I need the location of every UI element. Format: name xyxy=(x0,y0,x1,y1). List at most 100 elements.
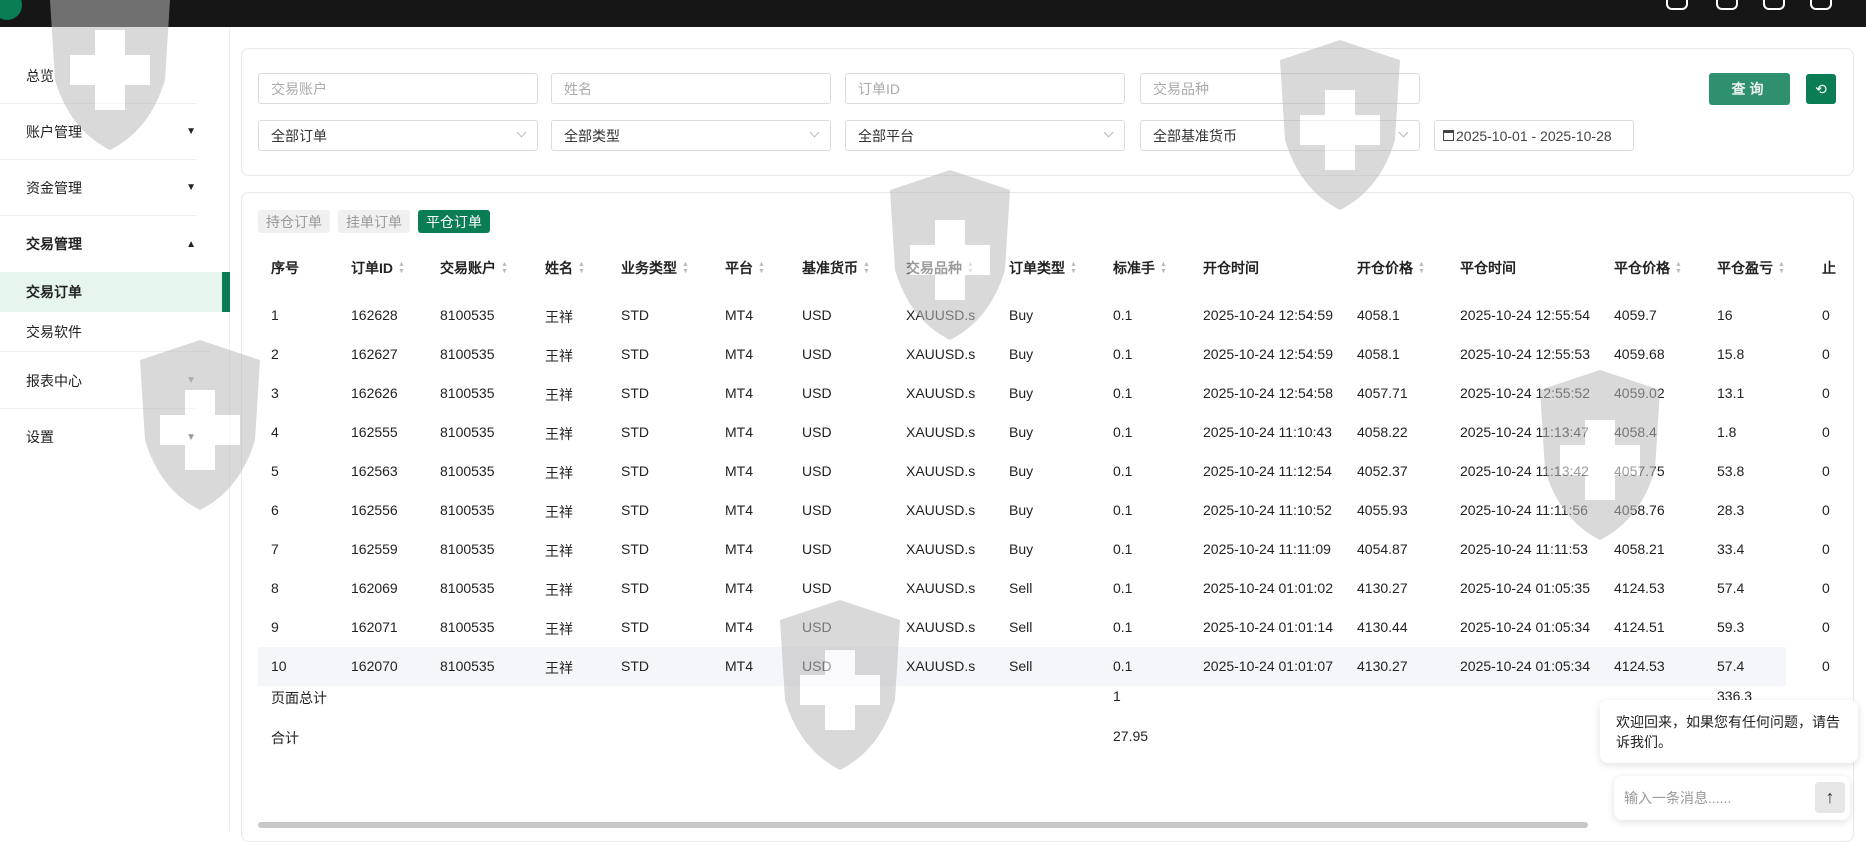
cell-close-time: 2025-10-24 12:55:53 xyxy=(1460,346,1590,362)
cell-platform: MT4 xyxy=(725,580,753,596)
cell-order-id: 162070 xyxy=(351,658,398,674)
mute-icon[interactable] xyxy=(1716,0,1738,10)
tab-closed-orders[interactable]: 平仓订单 xyxy=(418,210,490,233)
sidebar-item-settings[interactable]: 设置 ▼ xyxy=(0,409,196,465)
cell-account: 8100535 xyxy=(440,541,495,557)
table-row[interactable]: 8 162069 8100535 王祥 STD MT4 USD XAUUSD.s Sell 0.1… xyxy=(258,569,1830,608)
notification-icon[interactable] xyxy=(1763,0,1785,10)
column-header-close-price[interactable]: 平仓价格 ▲ ▼ xyxy=(1614,258,1682,278)
cell-close-price: 4057.75 xyxy=(1614,463,1665,479)
column-header-base-currency[interactable]: 基准货币 ▲ ▼ xyxy=(802,258,870,278)
sort-icon[interactable]: ▲ ▼ xyxy=(398,261,405,275)
sidebar-item-reports[interactable]: 报表中心 ▼ xyxy=(0,353,196,409)
cell-pnl: 16 xyxy=(1717,307,1733,323)
sidebar-item-trade-software[interactable]: 交易软件 xyxy=(0,312,210,352)
cell-account: 8100535 xyxy=(440,385,495,401)
cell-pnl: 59.3 xyxy=(1717,619,1745,635)
cell-pnl: 13.1 xyxy=(1717,385,1745,401)
column-label: 平仓时间 xyxy=(1460,260,1516,276)
column-header-account[interactable]: 交易账户 ▲ ▼ xyxy=(440,258,508,278)
table-row[interactable]: 5 162563 8100535 王祥 STD MT4 USD XAUUSD.s Buy 0.1 2… xyxy=(258,452,1830,491)
sort-icon[interactable]: ▲ ▼ xyxy=(967,261,974,275)
cell-close-time: 2025-10-24 01:05:34 xyxy=(1460,658,1590,674)
cell-base-currency: USD xyxy=(802,580,832,596)
type-select[interactable]: 全部类型 xyxy=(551,120,831,151)
cell-account: 8100535 xyxy=(440,463,495,479)
reset-filter-button[interactable]: ⟲ xyxy=(1806,74,1836,104)
table-row[interactable]: 10 162070 8100535 王祥 STD MT4 USD XAUUSD.s Sell 0.… xyxy=(258,647,1830,686)
cell-open-price: 4058.22 xyxy=(1357,424,1408,440)
sort-icon[interactable]: ▲ ▼ xyxy=(863,261,870,275)
column-header-order-type[interactable]: 订单类型 ▲ ▼ xyxy=(1009,258,1077,278)
cell-name: 王祥 xyxy=(545,426,573,442)
column-header-lots[interactable]: 标准手 ▲ ▼ xyxy=(1113,258,1167,278)
cell-business-type: STD xyxy=(621,541,649,557)
order-select[interactable]: 全部订单 xyxy=(258,120,538,151)
table-row[interactable]: 7 162559 8100535 王祥 STD MT4 USD XAUUSD.s Buy 0.1 2… xyxy=(258,530,1830,569)
order-id-input[interactable]: 订单ID xyxy=(845,73,1125,104)
column-header-name[interactable]: 姓名 ▲ ▼ xyxy=(545,258,585,278)
table-row[interactable]: 3 162626 8100535 王祥 STD MT4 USD XAUUSD.s Buy 0.1 2… xyxy=(258,374,1830,413)
cell-index: 4 xyxy=(271,424,279,440)
language-icon[interactable] xyxy=(1810,0,1832,10)
column-header-business-type[interactable]: 业务类型 ▲ ▼ xyxy=(621,258,689,278)
sidebar-item-overview[interactable]: 总览 xyxy=(0,48,196,104)
sidebar-item-trade-orders[interactable]: 交易订单 xyxy=(0,272,230,312)
sidebar-item-funds[interactable]: 资金管理 ▼ xyxy=(0,160,196,216)
chevron-down-icon xyxy=(1398,127,1409,138)
sidebar-item-label: 报表中心 xyxy=(26,372,82,389)
placeholder: 输入一条消息...... xyxy=(1624,790,1732,806)
column-header-platform[interactable]: 平台 ▲ ▼ xyxy=(725,258,765,278)
sidebar-item-trading[interactable]: 交易管理 ▲ xyxy=(0,216,196,272)
chat-message-input[interactable]: 输入一条消息...... ↑ xyxy=(1614,776,1850,820)
currency-select[interactable]: 全部基准货币 xyxy=(1140,120,1420,151)
column-label: 开仓价格 xyxy=(1357,260,1413,276)
tab-open-orders[interactable]: 持仓订单 xyxy=(258,210,330,233)
sidebar-item-accounts[interactable]: 账户管理 ▼ xyxy=(0,104,196,160)
tab-pending-orders[interactable]: 挂单订单 xyxy=(338,210,410,233)
table-row[interactable]: 1 162628 8100535 王祥 STD MT4 USD XAUUSD.s Buy 0.1 2… xyxy=(258,296,1830,335)
user-icon[interactable] xyxy=(1666,0,1688,10)
column-header-symbol[interactable]: 交易品种 ▲ ▼ xyxy=(906,258,974,278)
date-range-input[interactable]: 2025-10-01 - 2025-10-28 xyxy=(1434,120,1634,151)
cell-lots: 0.1 xyxy=(1113,346,1133,362)
cell-order-id: 162556 xyxy=(351,502,398,518)
sort-icon[interactable]: ▲ ▼ xyxy=(578,261,585,275)
select-value: 全部平台 xyxy=(858,127,914,144)
logo[interactable] xyxy=(0,0,22,20)
name-input[interactable]: 姓名 xyxy=(551,73,831,104)
top-bar xyxy=(0,0,1866,27)
table-row[interactable]: 2 162627 8100535 王祥 STD MT4 USD XAUUSD.s Buy 0.1 2… xyxy=(258,335,1830,374)
sort-icon[interactable]: ▲ ▼ xyxy=(1778,261,1785,275)
cell-symbol: XAUUSD.s xyxy=(906,502,976,518)
sort-icon[interactable]: ▲ ▼ xyxy=(1675,261,1682,275)
page-total-label: 页面总计 xyxy=(271,690,327,706)
sort-icon[interactable]: ▲ ▼ xyxy=(758,261,765,275)
caret-down-icon: ▼ xyxy=(186,431,196,443)
column-header-order-id[interactable]: 订单ID ▲ ▼ xyxy=(351,258,405,278)
cell-account: 8100535 xyxy=(440,580,495,596)
table-row[interactable]: 9 162071 8100535 王祥 STD MT4 USD XAUUSD.s Sell 0.1… xyxy=(258,608,1830,647)
tab-label: 挂单订单 xyxy=(346,213,402,230)
query-button[interactable]: 查询 xyxy=(1709,73,1790,105)
sort-icon[interactable]: ▲ ▼ xyxy=(682,261,689,275)
send-button[interactable]: ↑ xyxy=(1815,782,1845,813)
symbol-input[interactable]: 交易品种 xyxy=(1140,73,1420,104)
platform-select[interactable]: 全部平台 xyxy=(845,120,1125,151)
cell-close-price: 4058.76 xyxy=(1614,502,1665,518)
sort-icon[interactable]: ▲ ▼ xyxy=(1070,261,1077,275)
sort-icon[interactable]: ▲ ▼ xyxy=(1418,261,1425,275)
cell-order-type: Buy xyxy=(1009,307,1034,323)
horizontal-scrollbar[interactable] xyxy=(258,822,1588,828)
sort-icon[interactable]: ▲ ▼ xyxy=(1160,261,1167,275)
table-row[interactable]: 4 162555 8100535 王祥 STD MT4 USD XAUUSD.s Buy 0.1 2… xyxy=(258,413,1830,452)
cell-open-price: 4057.71 xyxy=(1357,385,1408,401)
table-row[interactable]: 6 162556 8100535 王祥 STD MT4 USD XAUUSD.s Buy 0.1 2… xyxy=(258,491,1830,530)
query-label: 查询 xyxy=(1731,81,1768,97)
placeholder: 订单ID xyxy=(858,80,900,97)
sort-icon[interactable]: ▲ ▼ xyxy=(501,261,508,275)
account-input[interactable]: 交易账户 xyxy=(258,73,538,104)
cell-account: 8100535 xyxy=(440,619,495,635)
column-header-open-price[interactable]: 开仓价格 ▲ ▼ xyxy=(1357,258,1425,278)
column-header-pnl[interactable]: 平仓盈亏 ▲ ▼ xyxy=(1717,258,1785,278)
